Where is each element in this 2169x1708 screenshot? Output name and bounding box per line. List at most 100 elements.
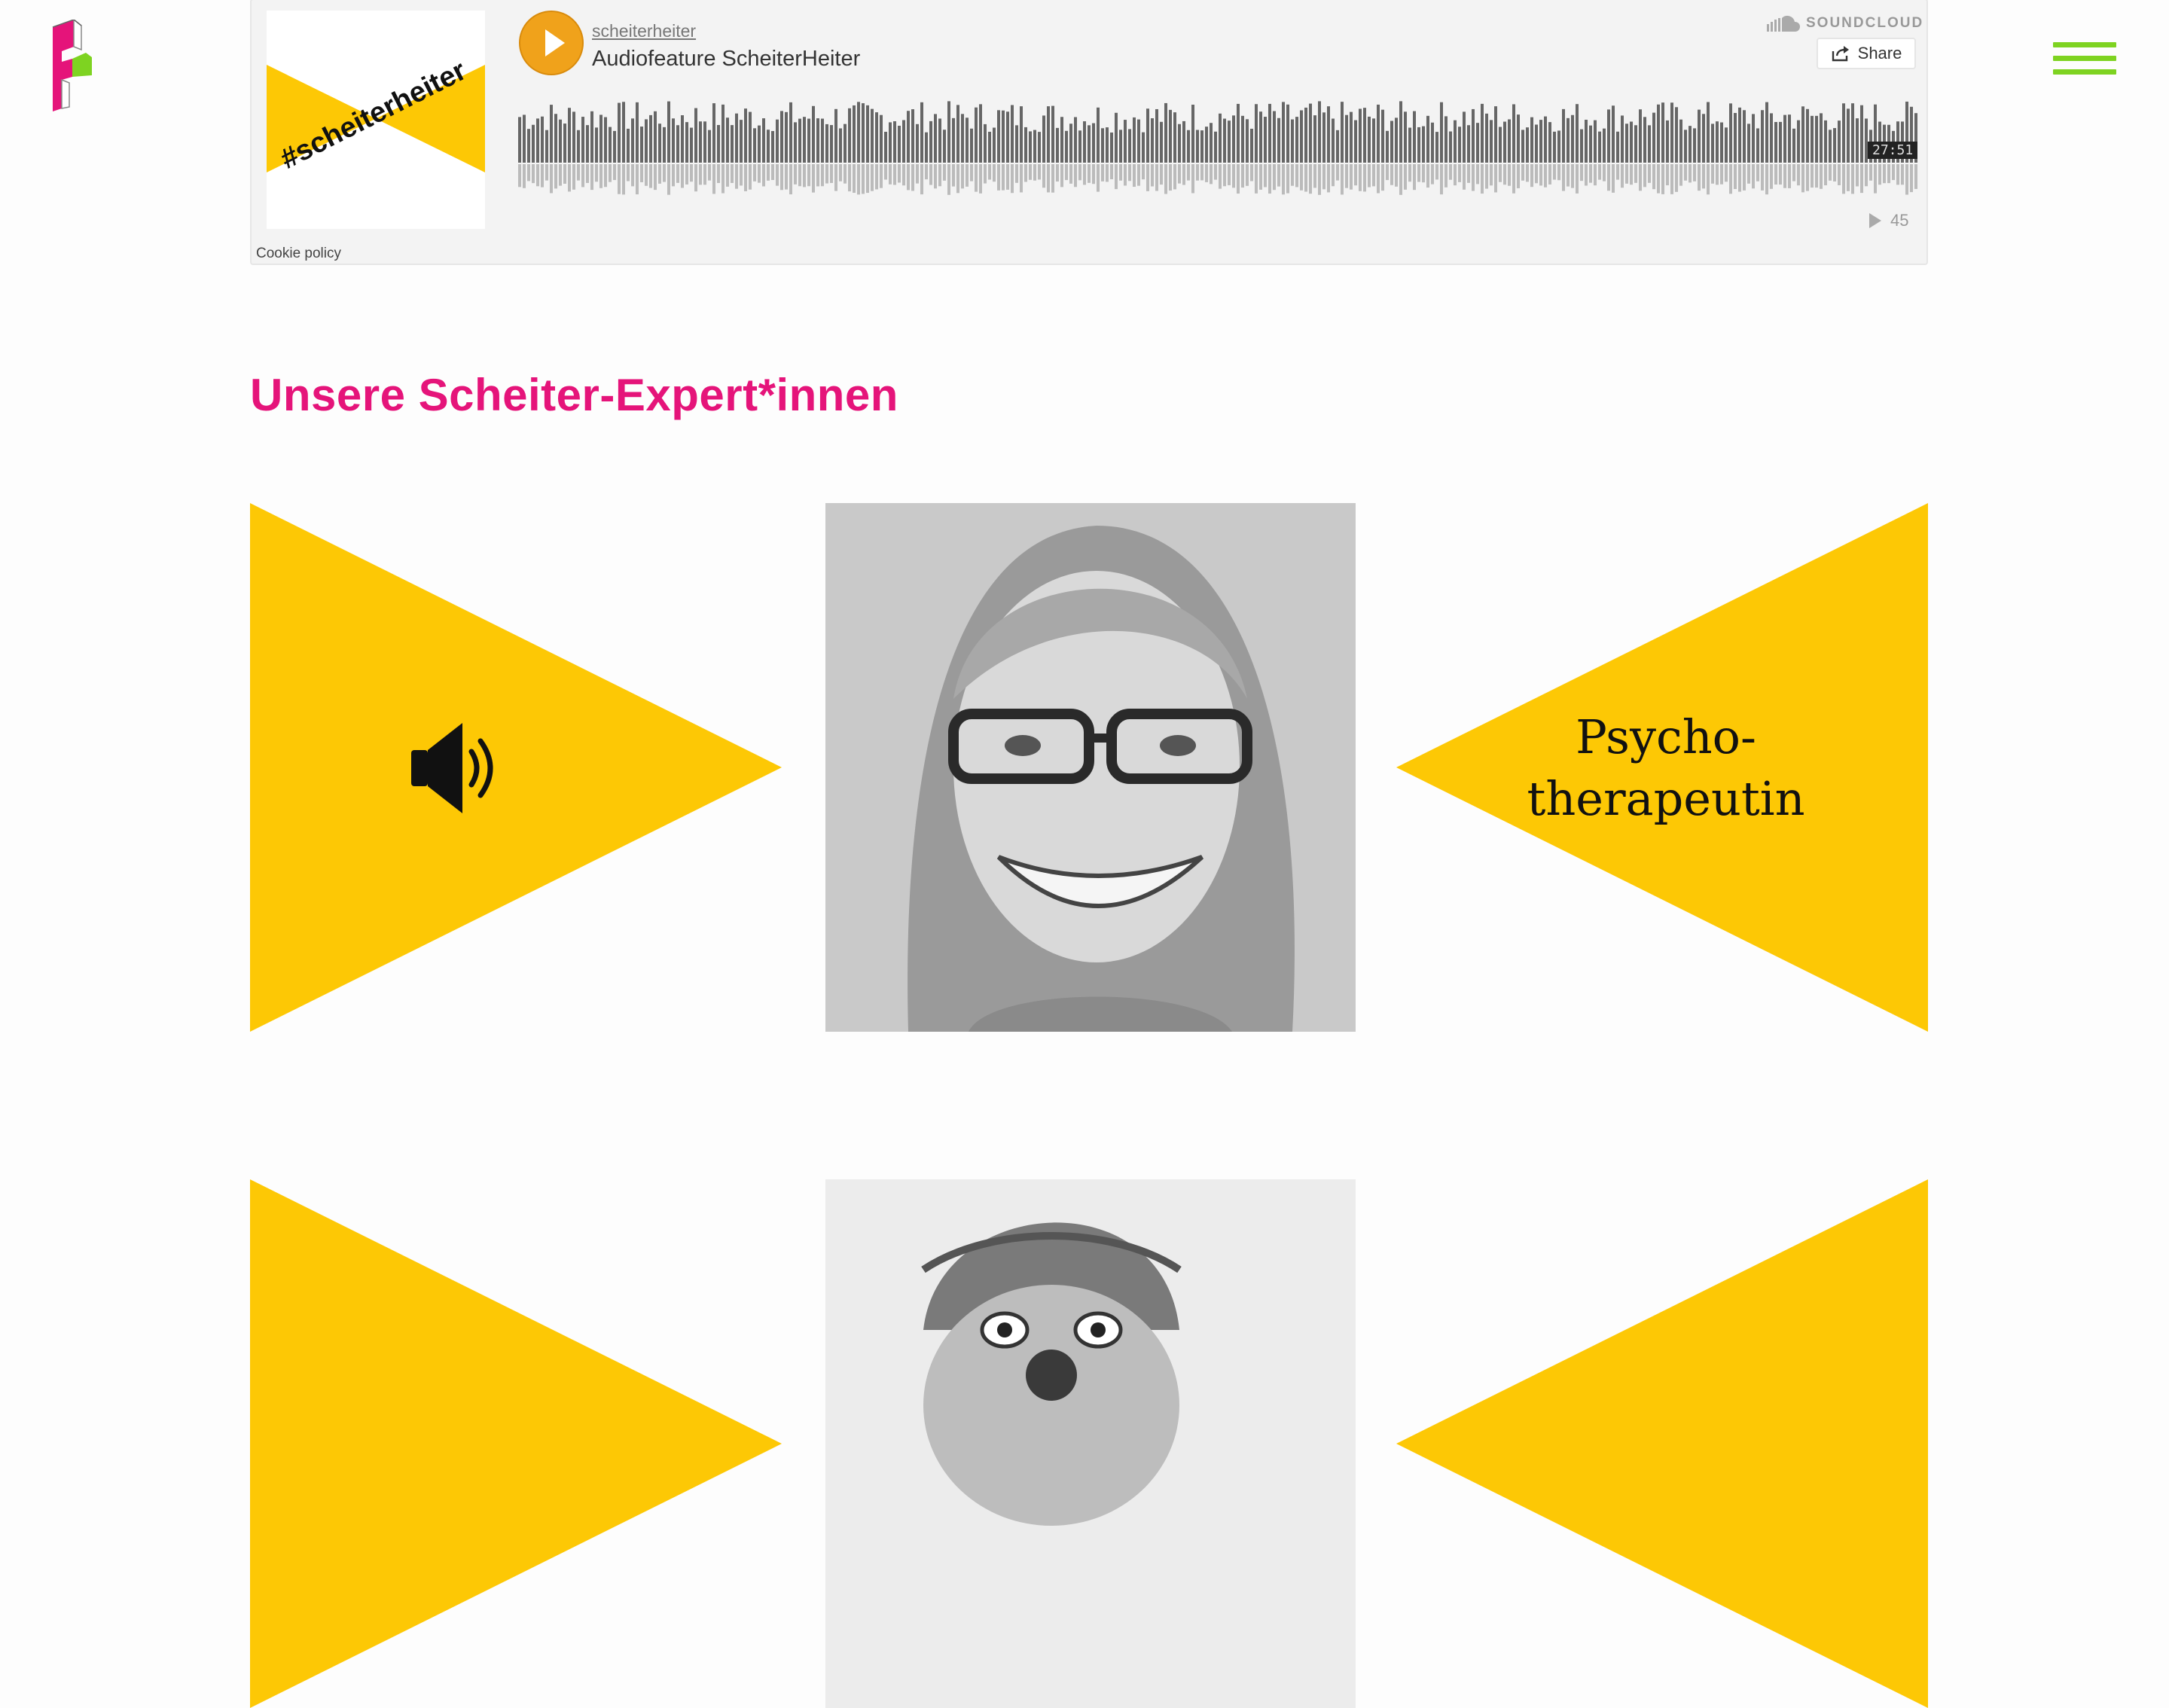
waveform-reflection [1684, 164, 1687, 181]
waveform-bar [1792, 128, 1795, 163]
waveform-bar [1815, 115, 1818, 163]
waveform-reflection [694, 164, 697, 192]
waveform-bar [1304, 107, 1307, 163]
waveform-reflection [1707, 164, 1710, 195]
waveform-reflection [527, 164, 530, 181]
waveform-bar [1182, 120, 1185, 163]
waveform-bar [1051, 105, 1054, 163]
waveform-bar [563, 124, 566, 163]
waveform-reflection [1399, 164, 1402, 195]
waveform-bar [1038, 132, 1041, 163]
waveform-reflection [1589, 164, 1592, 183]
waveform-reflection [563, 164, 566, 184]
waveform-reflection [1259, 164, 1262, 190]
waveform-reflection [830, 164, 833, 183]
track-title: Audiofeature ScheiterHeiter [592, 47, 861, 71]
waveform-reflection [884, 164, 887, 180]
waveform-bar [1083, 121, 1086, 163]
waveform-reflection [1078, 164, 1081, 181]
waveform-reflection [1643, 164, 1646, 188]
speaker-icon[interactable] [410, 721, 500, 815]
waveform-bar [771, 130, 774, 163]
waveform-bar [532, 124, 535, 163]
waveform-reflection [1395, 164, 1398, 187]
soundcloud-logo[interactable]: SOUNDCLOUD [1767, 15, 1923, 32]
waveform-bar [1164, 102, 1167, 163]
waveform-reflection [1119, 164, 1122, 181]
waveform-reflection [1173, 164, 1176, 190]
waveform-bar [1738, 107, 1741, 163]
waveform-bar [1494, 106, 1497, 163]
waveform-reflection [1056, 164, 1059, 182]
waveform-bar [1454, 120, 1457, 163]
waveform-reflection [1526, 164, 1529, 182]
waveform-reflection [1232, 164, 1235, 188]
waveform-bar [1693, 128, 1696, 163]
waveform-reflection [1842, 164, 1845, 194]
waveform-bar [1585, 119, 1588, 163]
waveform-reflection [1711, 164, 1714, 184]
waveform-reflection [1539, 164, 1542, 186]
waveform-reflection [663, 164, 666, 182]
waveform-reflection [1223, 164, 1226, 187]
waveform-reflection [1029, 164, 1032, 180]
waveform-bar [853, 105, 856, 163]
waveform-bar [1544, 116, 1547, 163]
waveform-bar [1395, 117, 1398, 163]
waveform-bar [1029, 131, 1032, 163]
waveform-bar [893, 120, 896, 163]
menu-button[interactable] [2053, 42, 2116, 84]
waveform-bar [875, 112, 878, 163]
waveform-reflection [631, 164, 634, 187]
waveform-bar [1074, 117, 1077, 163]
waveform-bar [862, 103, 865, 163]
track-artwork[interactable]: #scheiterheiter [267, 11, 485, 229]
cookie-policy-link[interactable]: Cookie policy [256, 246, 341, 262]
waveform-bar [1422, 126, 1425, 163]
waveform-reflection [1774, 164, 1777, 185]
track-user-link[interactable]: scheiterheiter [592, 21, 696, 41]
waveform-reflection [934, 164, 937, 189]
waveform[interactable] [518, 90, 1919, 196]
waveform-reflection [1115, 164, 1118, 190]
waveform-bar [1228, 120, 1231, 163]
waveform-bar [1033, 130, 1036, 163]
waveform-bar [1458, 127, 1461, 163]
waveform-bar [794, 122, 797, 163]
waveform-reflection [1042, 164, 1045, 188]
waveform-reflection [1670, 164, 1673, 194]
waveform-reflection [1612, 164, 1615, 193]
waveform-reflection [1661, 164, 1664, 194]
waveform-bar [541, 116, 544, 163]
waveform-bar [559, 119, 562, 163]
waveform-reflection [956, 164, 959, 194]
waveform-reflection [740, 164, 743, 186]
waveform-reflection [1341, 164, 1344, 195]
waveform-reflection [1603, 164, 1606, 181]
waveform-reflection [1155, 164, 1158, 191]
waveform-reflection [1295, 164, 1298, 188]
share-button[interactable]: Share [1817, 38, 1916, 69]
waveform-bar [749, 111, 752, 163]
waveform-bar [1851, 103, 1854, 163]
waveform-bar [1350, 111, 1353, 163]
waveform-bar [934, 114, 937, 163]
waveform-bar [1824, 120, 1827, 163]
waveform-bar [929, 120, 932, 163]
waveform-bar [654, 111, 657, 163]
site-logo[interactable] [47, 20, 95, 111]
waveform-bar [1801, 106, 1804, 163]
waveform-bar [1526, 127, 1529, 163]
waveform-reflection [1833, 164, 1836, 181]
waveform-bar [1200, 130, 1203, 163]
waveform-bar [1214, 131, 1217, 163]
waveform-reflection [1363, 164, 1366, 192]
waveform-bar [898, 125, 901, 163]
waveform-reflection [1490, 164, 1493, 186]
play-button[interactable] [519, 11, 584, 75]
waveform-bar [1612, 105, 1615, 163]
waveform-reflection [1847, 164, 1850, 191]
waveform-bar [1327, 106, 1330, 163]
waveform-bar [1060, 117, 1063, 163]
waveform-bar [1811, 115, 1814, 163]
